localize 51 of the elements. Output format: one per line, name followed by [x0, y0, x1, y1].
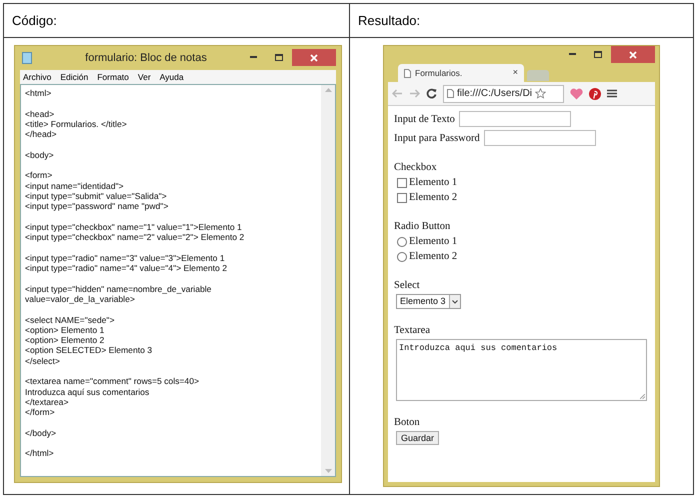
- textarea[interactable]: Introduzca aqui sus comentarios: [396, 339, 647, 401]
- field-label: Input de Texto: [394, 112, 455, 126]
- notepad-icon: [22, 52, 32, 64]
- resize-grip-icon: [640, 394, 645, 399]
- save-button[interactable]: Guardar: [396, 431, 440, 445]
- radio-label: Elemento 2: [409, 250, 458, 264]
- reload-icon: [426, 88, 437, 99]
- radio-label: Elemento 1: [409, 235, 458, 249]
- column-header: Resultado:: [350, 4, 693, 38]
- tab-close[interactable]: ×: [512, 66, 518, 80]
- page-icon: [447, 89, 454, 98]
- text-field[interactable]: [458, 111, 571, 127]
- pin-logo-icon: [589, 88, 601, 100]
- back-icon: [392, 89, 403, 98]
- menu-item[interactable]: Ver: [138, 70, 151, 84]
- star-icon: [535, 88, 546, 99]
- column-header: Código:: [4, 4, 350, 38]
- section-label: Select: [394, 279, 421, 293]
- close-button[interactable]: [611, 46, 655, 63]
- section-label: Radio Button: [394, 220, 452, 234]
- field-label: Input para Password: [394, 132, 480, 146]
- text-field[interactable]: [484, 130, 596, 146]
- forward-icon: [409, 89, 420, 98]
- scroll-up-icon: [324, 88, 332, 92]
- heart-icon: [570, 88, 583, 100]
- select-dropdown[interactable]: Elemento 3: [396, 294, 461, 309]
- close-icon: [310, 54, 318, 62]
- section-label: Checkbox: [394, 161, 438, 175]
- section-label: Textarea: [394, 324, 431, 338]
- menu-item[interactable]: Formato: [97, 70, 129, 84]
- checkbox[interactable]: [397, 178, 407, 188]
- menu-item[interactable]: Ayuda: [160, 70, 184, 84]
- checkbox-label: Elemento 2: [409, 191, 458, 205]
- menu-item[interactable]: Archivo: [23, 70, 52, 84]
- checkbox-label: Elemento 1: [409, 176, 458, 190]
- menu-icon: [607, 89, 617, 98]
- page-icon: [404, 68, 411, 78]
- address-bar[interactable]: file:///C:/Users/Di: [443, 84, 564, 102]
- chevron-down-icon: [452, 300, 458, 304]
- radio-button[interactable]: [397, 252, 407, 262]
- window-title: formulario: Bloc de notas: [84, 50, 208, 66]
- code-text: <html> <head> <title> Formularios. </title> </head> <body> <form> <input name="identidad"> <input type="submit" value="Salida"> <input type="password" name "pwd"> <input type="checkbox" name="1" value="1">Elemento 1 <input type="checkbox" name="2" value="2"> Elemento 2 <input type="radio" name="3" value="3">Elemento 1 <input type="radio" name="4" value="4"> Elemento 2 <input type="hidden" name=nombre_de_variable value=valor_de_la_variable> <select NAME="sede"> <option> Elemento 1 <option> Elemento 2 <option SELECTED> Elemento 3 </select> <textarea name="comment" rows=5 cols=40> Introduzca aquí sus comentarios </textarea> </form> </body> </html>: [24, 87, 246, 460]
- menu-item[interactable]: Edición: [60, 70, 88, 84]
- browser-tab[interactable]: Formularios. ×: [398, 64, 524, 82]
- close-icon: [629, 50, 637, 58]
- checkbox[interactable]: [397, 192, 407, 202]
- radio-button[interactable]: [397, 236, 407, 246]
- section-label: Boton: [394, 416, 421, 430]
- scrollbar[interactable]: [321, 85, 335, 476]
- scroll-down-icon: [324, 469, 332, 473]
- close-button[interactable]: [292, 49, 336, 66]
